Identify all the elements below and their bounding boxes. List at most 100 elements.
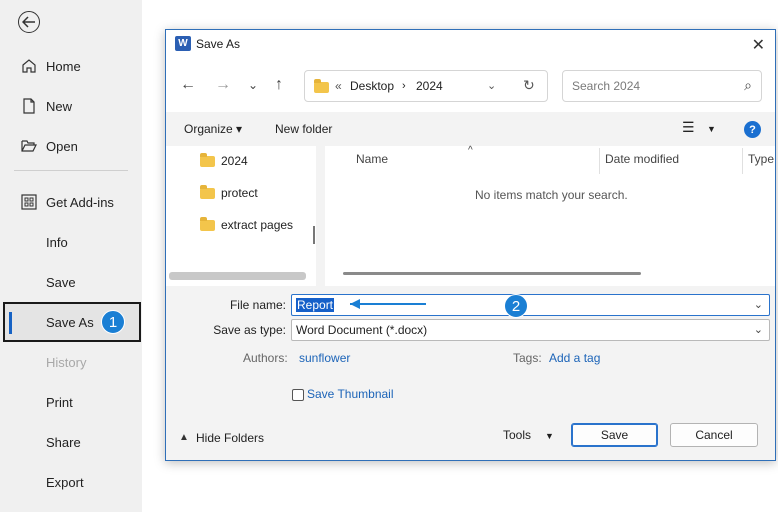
home-icon [20,57,38,75]
address-dropdown-chevron-icon[interactable]: ⌄ [487,79,496,92]
sidebar-item-label: Get Add-ins [46,194,114,210]
tree-item-extract-pages[interactable]: extract pages [200,215,293,235]
tree-item-protect[interactable]: protect [200,183,258,203]
column-header-name[interactable]: Name [356,152,388,166]
folder-icon [314,79,329,93]
authors-value[interactable]: sunflower [299,351,350,365]
file-list-pane: Name ^ Date modified Type No items match… [325,145,775,286]
back-arrow-icon[interactable] [18,11,40,33]
view-options-icon[interactable]: ☰ [682,119,695,136]
sidebar-item-save-as[interactable]: Save As 1 [3,302,141,342]
sidebar-item-label: Info [46,234,68,250]
sidebar-item-label: Save [46,274,76,290]
tags-field[interactable]: Add a tag [549,351,600,365]
pointer-arrow-icon [350,299,426,309]
breadcrumb-overflow[interactable]: « [335,79,342,93]
dialog-title: Save As [196,37,241,51]
sidebar-item-save[interactable]: Save [0,262,142,302]
sidebar-item-print[interactable]: Print [0,382,142,422]
sidebar-divider [14,170,128,171]
new-folder-button[interactable]: New folder [275,122,332,136]
authors-label: Authors: [243,351,288,365]
sidebar-item-label: New [46,98,73,114]
navigation-bar: ← → ⌄ ↑ « Desktop › 2024 ⌄ ↻ Search 2024… [166,58,775,112]
back-arrow-icon[interactable]: ← [180,76,196,94]
folder-icon [200,216,215,231]
add-ins-grid-icon [20,193,38,211]
tree-item-2024[interactable]: 2024 [200,151,248,171]
search-icon[interactable]: ⌕ [744,77,752,94]
sidebar-item-open[interactable]: Open [0,126,142,166]
file-list-horizontal-scrollbar[interactable] [343,272,641,275]
step-badge: 1 [101,310,125,334]
backstage-sidebar: Home New Open Get Add-ins Info Save Save… [0,0,142,512]
sidebar-item-label: History [46,354,87,370]
sidebar-item-label: Open [46,138,78,154]
search-placeholder: Search 2024 [572,79,641,93]
sidebar-item-export[interactable]: Export [0,462,142,502]
save-thumbnail-checkbox[interactable] [292,389,304,401]
sidebar-item-share[interactable]: Share [0,422,142,462]
sidebar-item-label: Home [46,58,81,74]
save-as-dialog: W Save As ✕ ← → ⌄ ↑ « Desktop › 2024 ⌄ ↻… [165,29,776,461]
tree-item-label: extract pages [221,218,294,232]
word-app-icon: W [175,36,191,51]
file-name-label: File name: [229,298,286,312]
dialog-titlebar: W Save As ✕ [166,30,775,58]
sidebar-item-label: Print [46,394,73,410]
refresh-icon[interactable]: ↻ [523,77,535,94]
column-header-date-modified[interactable]: Date modified [605,152,679,166]
breadcrumb-2024[interactable]: 2024 [416,79,443,93]
file-name-value: Report [296,298,335,312]
breadcrumb-separator-icon: › [402,80,406,92]
cancel-button[interactable]: Cancel [670,423,758,447]
tree-horizontal-scrollbar[interactable] [169,272,306,280]
tree-vertical-scrollbar[interactable] [313,226,315,244]
sidebar-item-history: History [0,342,142,382]
tree-item-label: 2024 [221,154,248,168]
breadcrumb-desktop[interactable]: Desktop [350,79,394,93]
forward-arrow-icon[interactable]: → [215,76,231,94]
save-thumbnail-label[interactable]: Save Thumbnail [307,387,394,401]
recent-locations-chevron-icon[interactable]: ⌄ [248,78,258,92]
folder-tree-pane: 2024 protect extract pages [166,146,316,286]
help-icon[interactable]: ? [744,121,761,138]
address-bar[interactable]: « Desktop › 2024 ⌄ ↻ [304,70,548,102]
sidebar-item-label: Share [46,434,81,450]
tree-item-label: protect [221,186,258,200]
file-name-dropdown-chevron-icon[interactable]: ⌄ [754,298,763,311]
sidebar-item-new[interactable]: New [0,86,142,126]
sidebar-item-get-add-ins[interactable]: Get Add-ins [0,182,142,222]
tools-dropdown-chevron-icon[interactable]: ▼ [545,431,554,441]
command-bar: Organize ▾ New folder ☰ ▼ ? [166,112,775,146]
sidebar-item-home[interactable]: Home [0,46,142,86]
folder-icon [200,184,215,199]
column-divider[interactable] [742,148,743,174]
organize-menu[interactable]: Organize ▾ [184,122,242,136]
column-divider[interactable] [599,148,600,174]
save-as-type-select[interactable]: Word Document (*.docx) ⌄ [291,319,770,341]
sidebar-item-info[interactable]: Info [0,222,142,262]
view-dropdown-chevron-icon[interactable]: ▼ [707,124,716,134]
open-folder-icon [20,137,38,155]
tools-menu[interactable]: Tools [503,428,531,442]
save-as-type-label: Save as type: [213,323,286,337]
empty-folder-message: No items match your search. [475,188,628,202]
chevron-up-icon[interactable]: ▲ [179,432,189,443]
sort-ascending-icon: ^ [468,145,473,156]
save-as-type-dropdown-chevron-icon[interactable]: ⌄ [754,323,763,336]
folder-icon [200,152,215,167]
sidebar-item-label: Export [46,474,84,490]
sidebar-item-label: Save As [46,314,94,330]
save-button[interactable]: Save [571,423,658,447]
column-header-type[interactable]: Type [748,152,774,166]
step-badge: 2 [504,294,528,318]
hide-folders-button[interactable]: Hide Folders [196,431,264,445]
up-arrow-icon[interactable]: ↑ [275,76,283,94]
save-as-type-value: Word Document (*.docx) [296,323,428,337]
new-document-icon [20,97,38,115]
tags-label: Tags: [513,351,542,365]
close-icon[interactable]: ✕ [752,35,765,55]
selection-indicator [9,312,12,334]
search-box[interactable]: Search 2024 ⌕ [562,70,762,102]
